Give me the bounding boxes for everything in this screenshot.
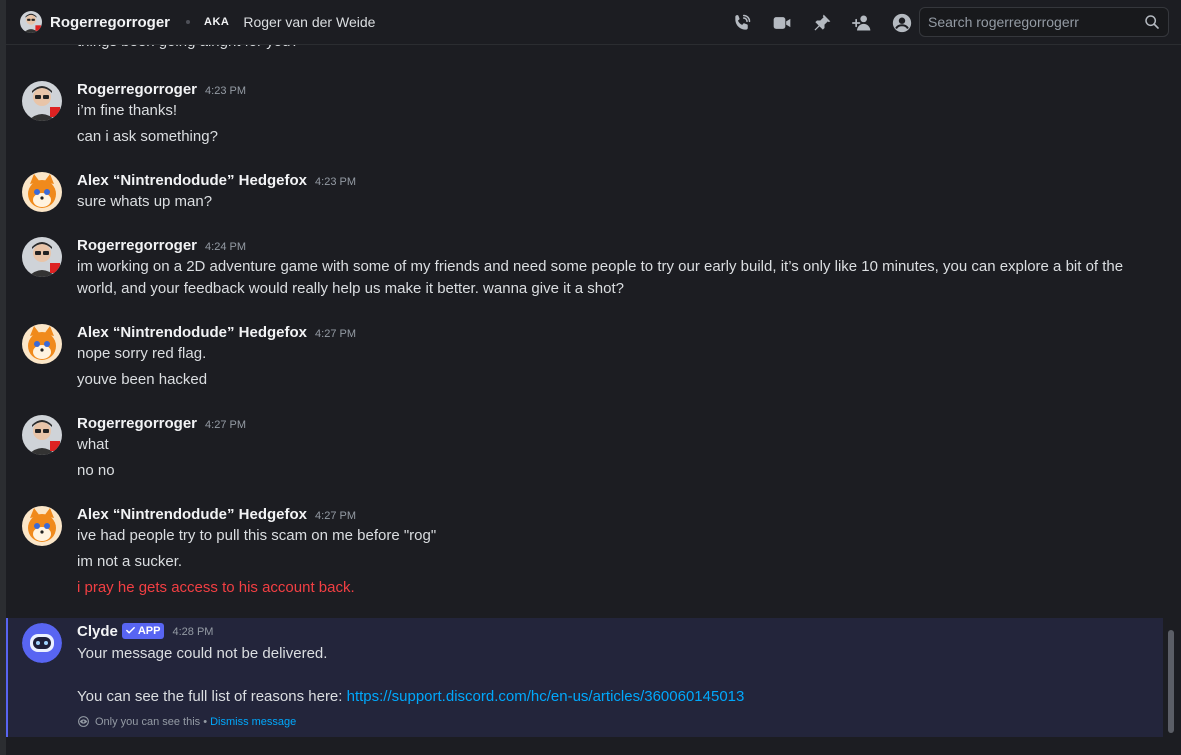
message-line: ive had people try to pull this scam on … [77, 527, 437, 544]
app-badge-label: APP [137, 624, 161, 637]
timestamp: 4:28 PM [172, 625, 214, 638]
header-real-name: Roger van der Weide [243, 14, 376, 30]
message-line: no no [77, 462, 115, 479]
timestamp: 4:23 PM [205, 85, 246, 97]
message-line: Your message could not be delivered. [77, 645, 328, 662]
message-line: can i ask something? [77, 128, 218, 145]
message-line: nope sorry red flag. [77, 345, 207, 362]
search-input[interactable] [920, 14, 1130, 30]
message-line: youve been hacked [77, 371, 208, 388]
message-header: Rogerregorroger 4:24 PM [77, 237, 246, 254]
timestamp: 4:27 PM [315, 328, 356, 340]
failed-message-line: i pray he gets access to his account bac… [77, 579, 355, 596]
author-name[interactable]: Rogerregorroger [77, 237, 197, 254]
only-you-text: Only you can see this • [95, 715, 208, 728]
message-header: Rogerregorroger 4:27 PM [77, 415, 246, 432]
pin-icon[interactable] [802, 11, 842, 35]
search-bar[interactable] [919, 7, 1169, 37]
timestamp: 4:24 PM [205, 241, 246, 253]
user-avatar[interactable] [22, 172, 62, 212]
scrollbar-thumb[interactable] [1168, 630, 1174, 733]
reasons-text: You can see the full list of reasons her… [77, 688, 347, 705]
message-line: You can see the full list of reasons her… [77, 686, 744, 708]
message-line: im not a sucker. [77, 553, 183, 570]
message-header: Alex “Nintrendodude” Hedgefox 4:27 PM [77, 324, 356, 341]
message-line: i’m fine thanks! [77, 102, 178, 119]
message-header: Alex “Nintrendodude” Hedgefox 4:23 PM [77, 172, 356, 189]
clyde-avatar[interactable] [22, 623, 62, 663]
phone-call-icon[interactable] [722, 11, 762, 35]
user-avatar[interactable] [22, 81, 62, 121]
aka-label: AKA [204, 16, 230, 28]
timestamp: 4:27 PM [315, 510, 356, 522]
timestamp: 4:27 PM [205, 419, 246, 431]
check-icon [125, 627, 135, 634]
dismiss-message-link[interactable]: Dismiss message [210, 716, 296, 728]
profile-icon[interactable] [882, 11, 922, 35]
search-icon [1144, 14, 1160, 35]
author-name[interactable]: Alex “Nintrendodude” Hedgefox [77, 172, 307, 189]
clyde-ephemeral-message: Clyde APP 4:28 PM Your message could not… [6, 618, 1163, 737]
user-avatar[interactable] [22, 415, 62, 455]
author-name[interactable]: Alex “Nintrendodude” Hedgefox [77, 324, 307, 341]
video-camera-icon[interactable] [762, 11, 802, 35]
add-friend-icon[interactable] [842, 11, 882, 35]
user-avatar[interactable] [22, 324, 62, 364]
author-name[interactable]: Rogerregorroger [77, 81, 197, 98]
timestamp: 4:23 PM [315, 176, 356, 188]
message-header: Alex “Nintrendodude” Hedgefox 4:27 PM [77, 506, 356, 523]
support-link[interactable]: https://support.discord.com/hc/en-us/art… [347, 688, 745, 705]
author-name[interactable]: Alex “Nintrendodude” Hedgefox [77, 506, 307, 523]
header-separator-dot [186, 20, 191, 24]
message-line: im working on a 2D adventure game with s… [77, 258, 1124, 297]
author-name[interactable]: Rogerregorroger [77, 415, 197, 432]
author-name[interactable]: Clyde [77, 623, 118, 640]
user-avatar[interactable] [22, 506, 62, 546]
header-username: Rogerregorroger [50, 13, 171, 31]
user-avatar[interactable] [20, 11, 42, 33]
ephemeral-notice: Only you can see this • Dismiss message [77, 715, 296, 728]
user-avatar[interactable] [22, 237, 62, 277]
message-header: Rogerregorroger 4:23 PM [77, 81, 246, 98]
message-header: Clyde APP 4:28 PM [77, 622, 214, 640]
message-line: sure whats up man? [77, 193, 213, 210]
eye-icon [77, 715, 90, 728]
app-badge: APP [121, 622, 165, 639]
header-toolbar [722, 0, 922, 45]
message-line: what [77, 436, 109, 453]
